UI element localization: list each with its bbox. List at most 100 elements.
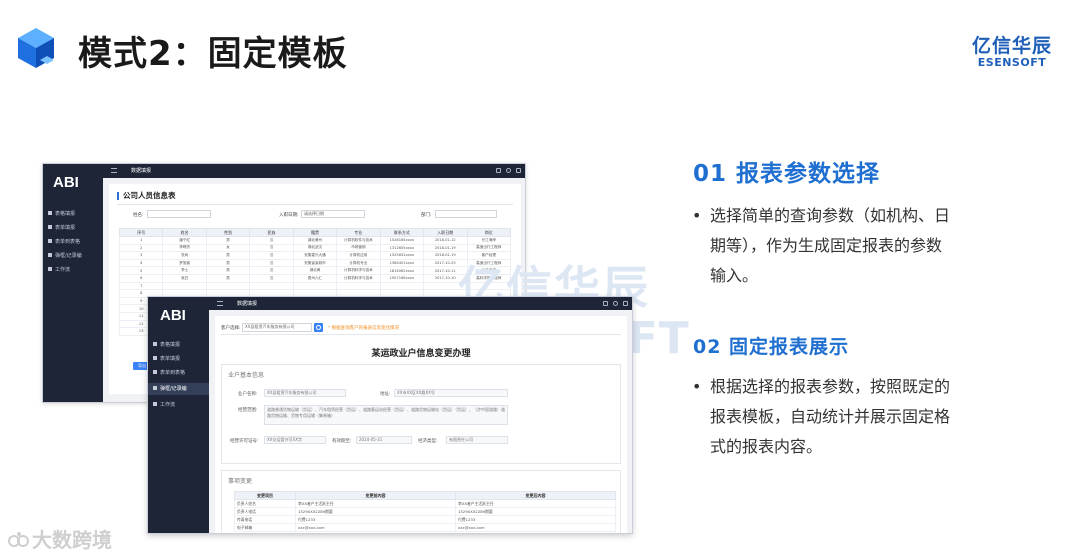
name-filter-input[interactable] <box>147 210 211 218</box>
section-2-paragraph: 根据选择的报表参数，按照既定的 报表模板，自动统计并展示固定格 式的报表内容。 <box>710 372 1000 462</box>
column-header: 变更项目 <box>234 491 296 500</box>
name-filter-label: 姓名: <box>133 213 144 218</box>
text-line: 选择简单的查询参数（如机构、日 <box>710 206 951 225</box>
table-cell: 吴白 <box>162 273 207 283</box>
table-cell <box>292 281 338 291</box>
text-line: 期等），作为生成固定报表的参数 <box>710 236 943 255</box>
table-cell: 汉 <box>249 258 294 268</box>
footer-text: 大数跨境 <box>32 528 112 552</box>
table-cell: 2018-01-19 <box>423 243 468 253</box>
table-cell: 4 <box>118 258 164 268</box>
table-cell: 安徽省宣城市 <box>292 258 338 268</box>
table-cell <box>379 281 425 291</box>
table-cell: 男 <box>205 236 251 245</box>
fullscreen-icon[interactable] <box>496 168 501 173</box>
menu-icon[interactable] <box>217 301 223 306</box>
user-icon[interactable] <box>613 301 618 306</box>
table-cell: 5 <box>118 266 164 275</box>
basic-info-panel: 业户基本信息 业户名称: XX县租赁汽车服务有限公司 地址: XX市XX区XX路… <box>221 364 621 464</box>
table-row[interactable]: 6 吴白男汉费州六汇 计算机科学与技术 1907166xxxx 2017-10-10 高科… <box>118 273 511 283</box>
table-cell: 计算机应用 <box>336 251 381 260</box>
settings-icon[interactable] <box>623 301 628 306</box>
table-cell: 7 <box>118 281 164 291</box>
workflow-icon <box>153 402 157 406</box>
table-cell: 汉 <box>249 266 294 275</box>
license-label: 经营许可证号: <box>230 439 259 444</box>
table-cell: 1525652xxxx <box>379 251 425 260</box>
table-cell: 高速出行工程师 <box>466 243 511 253</box>
sidebar-item-form-to-table[interactable]: 表单到表格 <box>148 367 209 379</box>
column-header: 联系方式 <box>379 228 425 237</box>
table-cell: 高科学院工程师 <box>466 273 511 283</box>
table-cell: 潘宁红 <box>162 236 207 245</box>
sidebar-item-table-fill[interactable]: 表格填报 <box>43 208 103 220</box>
table-cell: 1312655xxxx <box>379 243 425 253</box>
table-row: 负责人姓名 李XX者户主活跃主任 李XX者户主活跃主任 <box>234 499 617 508</box>
change-table: 变更项目 变更前内容 变更后内容 负责人姓名 李XX者户主活跃主任 李XX者户主活跃主任… <box>234 491 617 532</box>
table-cell: 2017-10-25 <box>423 258 468 268</box>
sidebar-item-popup-record[interactable]: 弹框/记录编 <box>148 383 209 395</box>
table-row[interactable]: 5 李士男汉湖北黄 计算机科学与技术 1814062xxxx 2017-10-11 长江海… <box>118 266 511 275</box>
table-cell: 计算机专业 <box>336 258 381 268</box>
fullscreen-icon[interactable] <box>603 301 608 306</box>
address-value: XX市XX区XX路XX号 <box>394 389 508 397</box>
name-label: 业户名称: <box>238 392 258 397</box>
sidebar-item-popup-record[interactable]: 弹框/记录编 <box>43 250 103 262</box>
divider <box>221 334 621 335</box>
date-filter-input[interactable]: 请选择日期 <box>301 210 365 218</box>
search-icon[interactable] <box>314 323 323 332</box>
table-row[interactable]: 2 李晴杰女汉湖北武汉 市场营销 1312655xxxx 2018-01-19 高速出行工… <box>118 243 511 253</box>
table-cell: 湖北武汉 <box>292 243 338 253</box>
table-cell: 客户经理 <box>466 251 511 260</box>
menu-icon[interactable] <box>111 168 117 173</box>
brand-name-cn: 亿信华辰 <box>971 35 1052 57</box>
table-row[interactable]: 3 张尚男汉安徽嘉兴大通 计算机应用 1525652xxxx 2018-01-19 客户经… <box>118 251 511 260</box>
table-row[interactable]: 4 罗旭客男汉安徽省宣城市 计算机专业 1364401xxxx 2017-10-25 高速… <box>118 258 511 268</box>
table-cell: 女 <box>205 243 251 253</box>
table-cell: 费州六汇 <box>292 273 338 283</box>
panel-title: 事项变更 <box>228 478 253 485</box>
grid-icon <box>153 342 157 346</box>
sidebar-item-form-fill[interactable]: 表单填报 <box>43 222 103 234</box>
sidebar-item-form-to-table[interactable]: 表单到表格 <box>43 236 103 248</box>
table-cell: 张尚 <box>162 251 207 260</box>
dept-filter-label: 部门: <box>421 213 432 218</box>
section-1-paragraph: 选择简单的查询参数（如机构、日 期等），作为生成固定报表的参数 输入。 <box>710 201 1000 291</box>
popup-icon <box>153 386 157 390</box>
table-cell: 罗旭客 <box>162 258 207 268</box>
column-header: 变更后内容 <box>454 491 617 500</box>
table-cell: 汉 <box>249 236 294 245</box>
table-row[interactable]: 1 潘宁红男汉湖北黄州 计算机软件与技术 1528184xxxx 2018-01-12 长… <box>118 236 511 245</box>
table-cell: 李晴杰 <box>162 243 207 253</box>
bullet-dot: • <box>692 206 702 225</box>
table-cell: 李XX者户主活跃主任 <box>294 499 456 508</box>
valid-until-label: 有效期至: <box>332 439 352 444</box>
table-cell: 1528184xxxx <box>379 236 425 245</box>
change-panel: 事项变更 变更项目 变更前内容 变更后内容 负责人姓名 李XX者户主活跃主任 李XX者户… <box>221 470 621 533</box>
economic-type-label: 经济类型: <box>418 439 438 444</box>
slide-title: 模式2：固定模板 <box>78 34 348 74</box>
sidebar-item-form-fill[interactable]: 表单填报 <box>148 353 209 365</box>
table-cell: 湖北黄 <box>292 266 338 275</box>
section-2-text: • 根据选择的报表参数，按照既定的 报表模板，自动统计并展示固定格 式的报表内容… <box>692 372 1002 464</box>
name-value: XX县租赁汽车服务有限公司 <box>264 389 346 397</box>
sidebar-item-workflow[interactable]: 工作流 <box>43 264 103 276</box>
table-cell: 1364401xxxx <box>379 258 425 268</box>
sidebar: ABI 表格填报 表单填报 表单到表格 弹框/记录编 工作流 <box>43 164 103 402</box>
sidebar-item-table-fill[interactable]: 表格填报 <box>148 339 209 351</box>
table-cell: 1814062xxxx <box>379 266 425 275</box>
dept-filter-select[interactable] <box>435 210 497 218</box>
settings-icon[interactable] <box>516 168 521 173</box>
sidebar-item-workflow[interactable]: 工作流 <box>148 399 209 411</box>
topbar-title: 数据填报 <box>131 168 152 174</box>
table-row[interactable]: 7 <box>118 281 511 291</box>
customer-select[interactable]: XX县租赁汽车服务有限公司 <box>242 323 312 332</box>
user-icon[interactable] <box>506 168 511 173</box>
table-cell: 男 <box>205 251 251 260</box>
scope-label: 经营范围: <box>238 408 258 413</box>
table-cell: 2018-01-19 <box>423 251 468 260</box>
table-row: 传真电话 付费1233 付费1233 <box>234 515 617 524</box>
top-bar: 数据填报 <box>209 297 632 310</box>
economic-type-value: 有限责任公司 <box>446 436 508 444</box>
section-2-heading: 02 固定报表展示 <box>693 336 850 358</box>
